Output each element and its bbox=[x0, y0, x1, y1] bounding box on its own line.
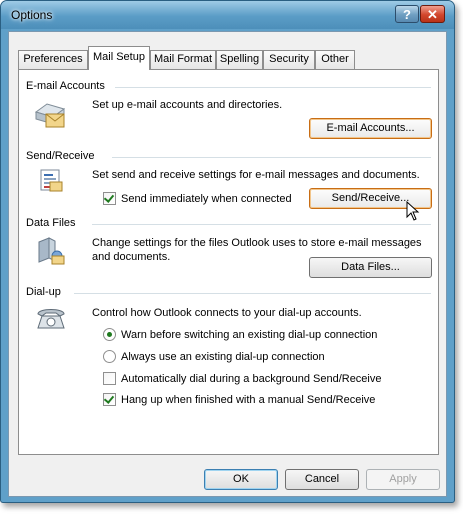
dialog-client: Preferences Mail Setup Mail Format Spell… bbox=[8, 31, 447, 497]
tab-mail-format[interactable]: Mail Format bbox=[150, 50, 216, 69]
mouse-cursor-icon bbox=[406, 201, 420, 221]
radio-selected-dot bbox=[107, 332, 112, 337]
window-title: Options bbox=[11, 8, 53, 22]
always-use-existing-radio[interactable] bbox=[103, 350, 116, 363]
data-files-description-line1: Change settings for the files Outlook us… bbox=[92, 237, 422, 249]
warn-before-switching-radio[interactable] bbox=[103, 328, 116, 341]
send-receive-heading: Send/Receive bbox=[26, 150, 95, 162]
help-button[interactable]: ? bbox=[395, 5, 419, 23]
hang-up-label: Hang up when finished with a manual Send… bbox=[121, 394, 376, 406]
tab-other[interactable]: Other bbox=[315, 50, 355, 69]
email-accounts-heading: E-mail Accounts bbox=[26, 80, 105, 92]
email-accounts-separator bbox=[115, 87, 431, 88]
send-receive-description: Set send and receive settings for e-mail… bbox=[92, 169, 420, 181]
mail-setup-panel: E-mail Accounts Set up e-mail accounts a… bbox=[18, 69, 439, 455]
hang-up-checkbox[interactable] bbox=[103, 393, 116, 406]
telephone-icon bbox=[37, 309, 65, 329]
tab-spelling[interactable]: Spelling bbox=[216, 50, 263, 69]
send-receive-icon bbox=[40, 169, 63, 192]
close-button[interactable]: ✕ bbox=[420, 5, 445, 23]
cancel-button[interactable]: Cancel bbox=[285, 469, 359, 490]
email-accounts-icon bbox=[34, 103, 66, 128]
send-immediately-checkbox[interactable] bbox=[103, 192, 116, 205]
apply-button[interactable]: Apply bbox=[366, 469, 440, 490]
ok-button[interactable]: OK bbox=[204, 469, 278, 490]
tab-security[interactable]: Security bbox=[263, 50, 315, 69]
data-files-heading: Data Files bbox=[26, 217, 76, 229]
data-files-description-line2: and documents. bbox=[92, 251, 171, 263]
tab-mail-setup[interactable]: Mail Setup bbox=[88, 46, 150, 70]
dialup-heading: Dial-up bbox=[26, 286, 61, 298]
help-icon: ? bbox=[403, 7, 411, 22]
data-files-icon bbox=[38, 237, 65, 265]
dialup-separator bbox=[74, 293, 431, 294]
title-bar[interactable]: Options ? ✕ bbox=[1, 1, 454, 29]
data-files-separator bbox=[92, 224, 431, 225]
auto-dial-checkbox[interactable] bbox=[103, 372, 116, 385]
send-receive-separator bbox=[112, 157, 431, 158]
email-accounts-button[interactable]: E-mail Accounts... bbox=[309, 118, 432, 139]
tab-preferences[interactable]: Preferences bbox=[18, 50, 88, 69]
checkmark-icon bbox=[103, 393, 115, 404]
options-window: Options ? ✕ Preferences Mail Setup Mail … bbox=[0, 0, 455, 503]
warn-before-switching-label: Warn before switching an existing dial-u… bbox=[121, 329, 378, 341]
auto-dial-label: Automatically dial during a background S… bbox=[121, 373, 382, 385]
data-files-button[interactable]: Data Files... bbox=[309, 257, 432, 278]
checkmark-icon bbox=[103, 192, 115, 203]
always-use-existing-label: Always use an existing dial-up connectio… bbox=[121, 351, 325, 363]
email-accounts-description: Set up e-mail accounts and directories. bbox=[92, 99, 283, 111]
send-immediately-label: Send immediately when connected bbox=[121, 193, 292, 205]
dialup-description: Control how Outlook connects to your dia… bbox=[92, 307, 362, 319]
close-icon: ✕ bbox=[427, 7, 438, 22]
